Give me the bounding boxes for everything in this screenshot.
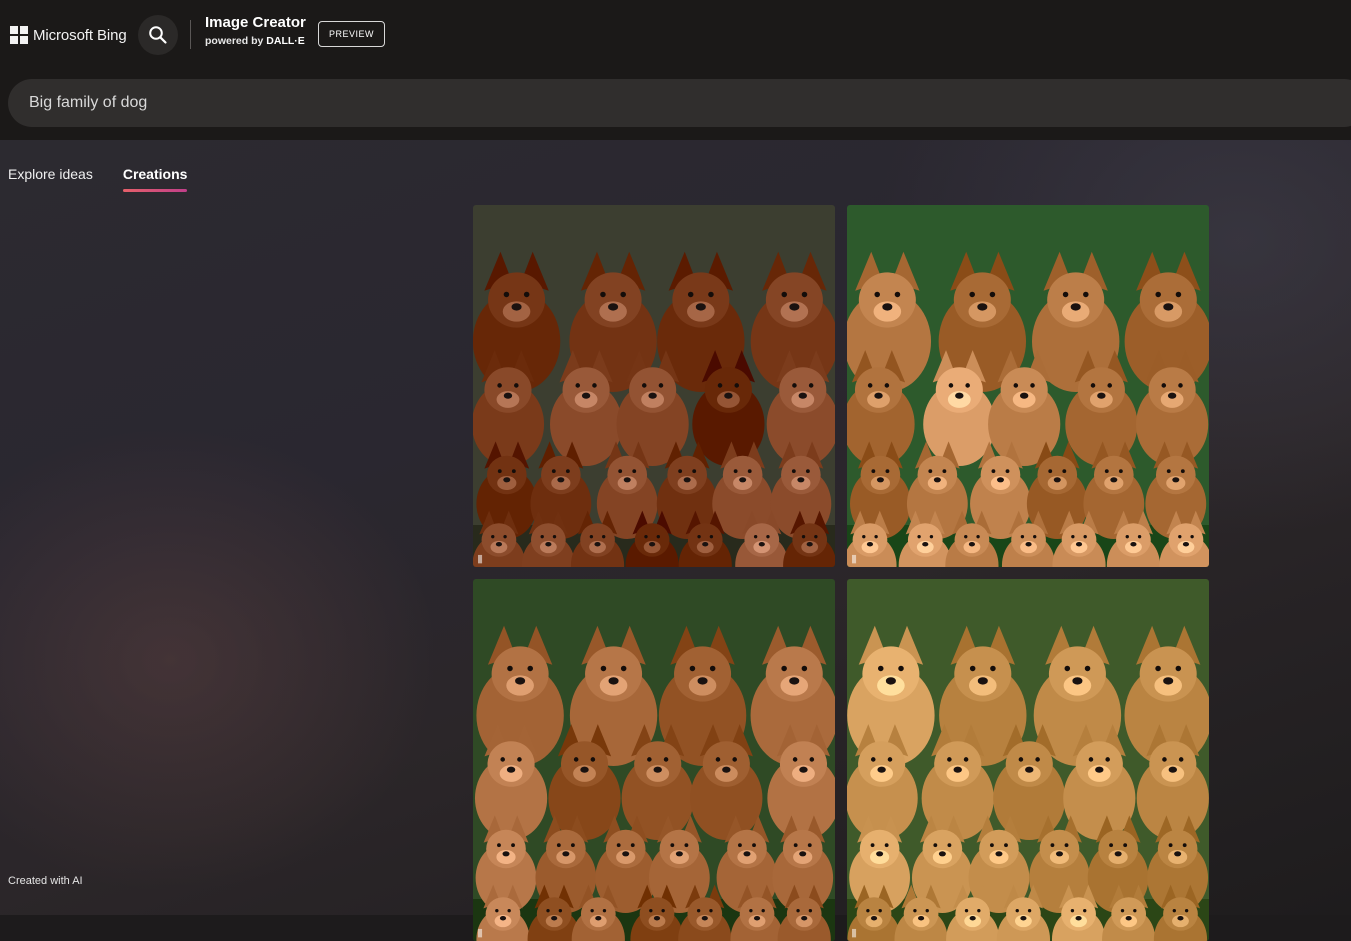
tab-bar: Explore ideas Creations (8, 166, 217, 192)
created-with-ai-note: Created with AI (8, 875, 83, 887)
image-grid: ▮ ▮ ▮ ▮ (473, 205, 1209, 941)
app-title[interactable]: Image Creator (205, 14, 306, 31)
generated-image-3[interactable]: ▮ (473, 579, 835, 941)
subtitle-brand: DALL·E (266, 35, 305, 47)
prompt-bar[interactable] (8, 79, 1351, 127)
dog-family-image: ▮ (473, 205, 835, 567)
microsoft-logo-icon (10, 26, 28, 44)
tab-explore-ideas[interactable]: Explore ideas (8, 166, 93, 192)
dog-family-image: ▮ (847, 579, 1209, 941)
app-subtitle: powered by DALL·E (205, 35, 305, 47)
header-divider (190, 20, 191, 49)
main-content: Explore ideas Creations ▮ ▮ ▮ ▮ Created … (0, 140, 1351, 941)
header: Microsoft Bing Image Creator powered by … (0, 0, 1351, 140)
subtitle-prefix: powered by (205, 35, 264, 47)
dog-family-image: ▮ (473, 579, 835, 941)
generated-image-1[interactable]: ▮ (473, 205, 835, 567)
prompt-input[interactable] (29, 94, 929, 112)
dog-family-image: ▮ (847, 205, 1209, 567)
bing-logo[interactable]: Microsoft Bing (10, 26, 127, 44)
tab-creations[interactable]: Creations (122, 166, 187, 192)
bing-watermark-icon: ▮ (477, 927, 483, 939)
brand-name: Microsoft Bing (33, 26, 127, 44)
generated-image-4[interactable]: ▮ (847, 579, 1209, 941)
generated-image-2[interactable]: ▮ (847, 205, 1209, 567)
bing-watermark-icon: ▮ (851, 553, 857, 565)
bing-watermark-icon: ▮ (477, 553, 483, 565)
search-button[interactable] (138, 15, 178, 55)
bing-watermark-icon: ▮ (851, 927, 857, 939)
search-icon (149, 26, 167, 44)
preview-badge[interactable]: PREVIEW (318, 21, 385, 47)
